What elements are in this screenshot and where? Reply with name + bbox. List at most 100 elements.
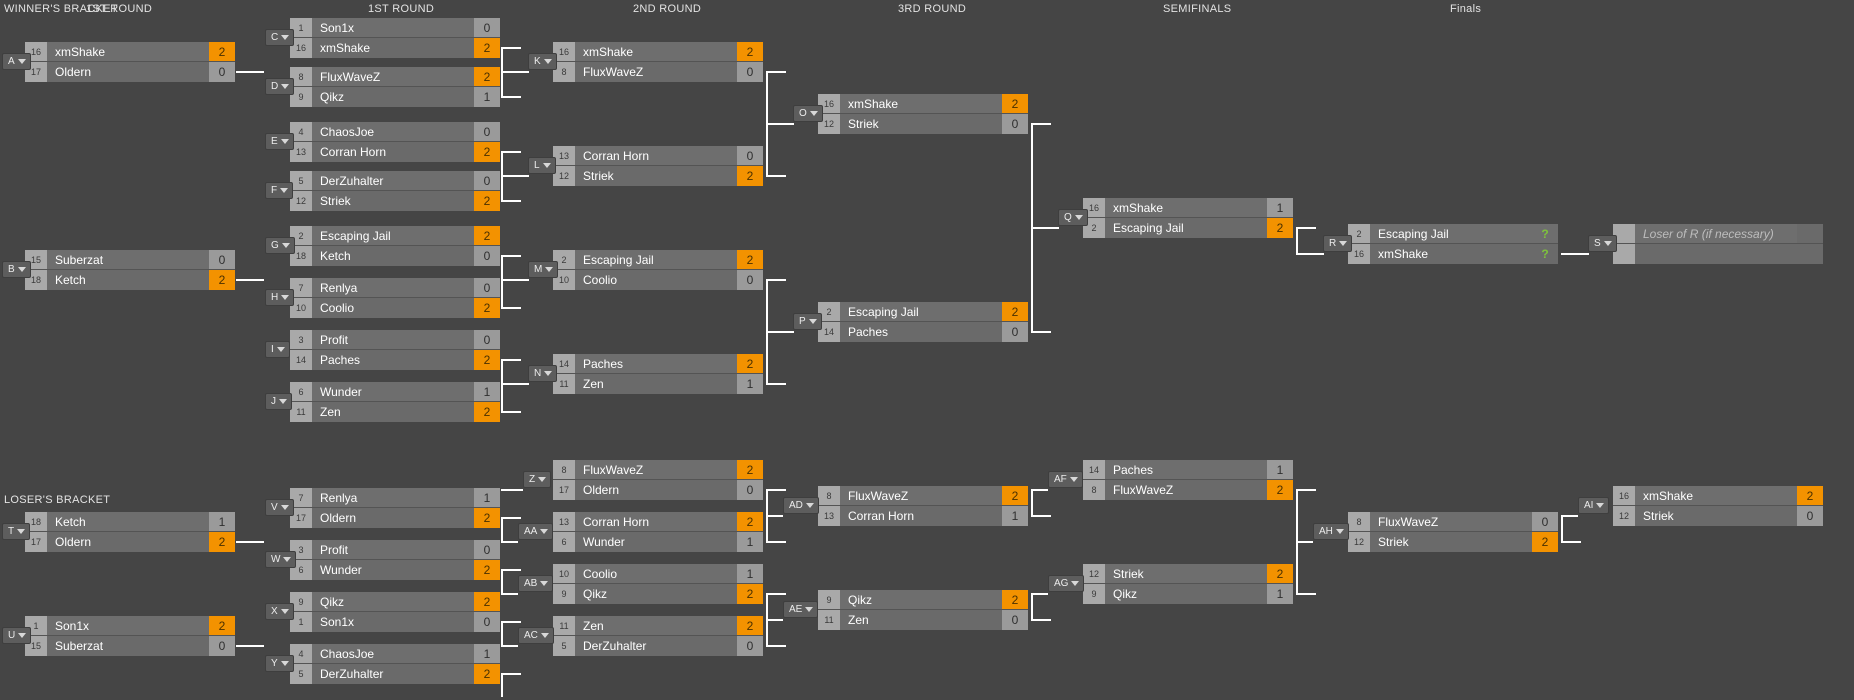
match-ag-player-2[interactable]: 9 Qikz 1: [1083, 584, 1293, 604]
match-c-player-1[interactable]: 1 Son1x 0: [290, 18, 500, 38]
match-a-player-2[interactable]: 17 Oldern 0: [25, 62, 235, 82]
match-id-dropdown-j[interactable]: J: [265, 393, 292, 410]
match-id-dropdown-ab[interactable]: AB: [518, 575, 554, 592]
match-ae-player-1[interactable]: 9 Qikz 2: [818, 590, 1028, 610]
match-z-player-1[interactable]: 8 FluxWaveZ 2: [553, 460, 763, 480]
match-id-dropdown-s[interactable]: S: [1588, 235, 1617, 252]
match-v-player-1[interactable]: 7 Renlya 1: [290, 488, 500, 508]
match-u-player-1[interactable]: 1 Son1x 2: [25, 616, 235, 636]
match-k-player-2[interactable]: 8 FluxWaveZ 0: [553, 62, 763, 82]
match-id-dropdown-ac[interactable]: AC: [518, 627, 554, 644]
match-id-dropdown-y[interactable]: Y: [265, 655, 294, 672]
match-u-player-2[interactable]: 15 Suberzat 0: [25, 636, 235, 656]
match-x[interactable]: 9 Qikz 2 1 Son1x 0: [290, 592, 500, 632]
match-id-dropdown-m[interactable]: M: [528, 261, 559, 278]
match-id-dropdown-x[interactable]: X: [265, 603, 294, 620]
match-ad[interactable]: 8 FluxWaveZ 2 13 Corran Horn 1: [818, 486, 1028, 526]
match-m[interactable]: 2 Escaping Jail 2 10 Coolio 0: [553, 250, 763, 290]
match-f-player-1[interactable]: 5 DerZuhalter 0: [290, 171, 500, 191]
match-ad-player-2[interactable]: 13 Corran Horn 1: [818, 506, 1028, 526]
match-id-dropdown-p[interactable]: P: [793, 313, 822, 330]
match-d[interactable]: 8 FluxWaveZ 2 9 Qikz 1: [290, 67, 500, 107]
match-a[interactable]: 16 xmShake 2 17 Oldern 0: [25, 42, 235, 82]
match-l[interactable]: 13 Corran Horn 0 12 Striek 2: [553, 146, 763, 186]
match-id-dropdown-ai[interactable]: AI: [1578, 497, 1610, 514]
match-aa-player-2[interactable]: 6 Wunder 1: [553, 532, 763, 552]
match-ab-player-2[interactable]: 9 Qikz 2: [553, 584, 763, 604]
match-t-player-2[interactable]: 17 Oldern 2: [25, 532, 235, 552]
match-ag[interactable]: 12 Striek 2 9 Qikz 1: [1083, 564, 1293, 604]
match-id-dropdown-aa[interactable]: AA: [518, 523, 554, 540]
match-ac[interactable]: 11 Zen 2 5 DerZuhalter 0: [553, 616, 763, 656]
match-id-dropdown-r[interactable]: R: [1323, 235, 1353, 252]
match-w-player-2[interactable]: 6 Wunder 2: [290, 560, 500, 580]
match-f[interactable]: 5 DerZuhalter 0 12 Striek 2: [290, 171, 500, 211]
match-ai[interactable]: 16 xmShake 2 12 Striek 0: [1613, 486, 1823, 526]
match-p-player-1[interactable]: 2 Escaping Jail 2: [818, 302, 1028, 322]
match-y[interactable]: 4 ChaosJoe 1 5 DerZuhalter 2: [290, 644, 500, 684]
match-o-player-2[interactable]: 12 Striek 0: [818, 114, 1028, 134]
match-b-player-1[interactable]: 15 Suberzat 0: [25, 250, 235, 270]
match-g[interactable]: 2 Escaping Jail 2 18 Ketch 0: [290, 226, 500, 266]
match-h-player-2[interactable]: 10 Coolio 2: [290, 298, 500, 318]
match-id-dropdown-z[interactable]: Z: [523, 471, 552, 488]
match-id-dropdown-u[interactable]: U: [2, 627, 32, 644]
match-id-dropdown-ah[interactable]: AH: [1313, 523, 1349, 540]
match-e-player-2[interactable]: 13 Corran Horn 2: [290, 142, 500, 162]
match-id-dropdown-w[interactable]: W: [265, 551, 297, 568]
match-q-player-2[interactable]: 2 Escaping Jail 2: [1083, 218, 1293, 238]
match-q-player-1[interactable]: 16 xmShake 1: [1083, 198, 1293, 218]
match-c-player-2[interactable]: 16 xmShake 2: [290, 38, 500, 58]
match-e[interactable]: 4 ChaosJoe 0 13 Corran Horn 2: [290, 122, 500, 162]
match-ah-player-2[interactable]: 12 Striek 2: [1348, 532, 1558, 552]
match-ab-player-1[interactable]: 10 Coolio 1: [553, 564, 763, 584]
match-af[interactable]: 14 Paches 1 8 FluxWaveZ 2: [1083, 460, 1293, 500]
match-m-player-2[interactable]: 10 Coolio 0: [553, 270, 763, 290]
match-id-dropdown-a[interactable]: A: [2, 53, 31, 70]
match-j[interactable]: 6 Wunder 1 11 Zen 2: [290, 382, 500, 422]
match-id-dropdown-o[interactable]: O: [793, 105, 823, 122]
match-i-player-2[interactable]: 14 Paches 2: [290, 350, 500, 370]
match-ae-player-2[interactable]: 11 Zen 0: [818, 610, 1028, 630]
match-v[interactable]: 7 Renlya 1 17 Oldern 2: [290, 488, 500, 528]
match-i-player-1[interactable]: 3 Profit 0: [290, 330, 500, 350]
match-t[interactable]: 18 Ketch 1 17 Oldern 2: [25, 512, 235, 552]
match-x-player-2[interactable]: 1 Son1x 0: [290, 612, 500, 632]
match-n-player-1[interactable]: 14 Paches 2: [553, 354, 763, 374]
match-r-player-1[interactable]: 2 Escaping Jail?: [1348, 224, 1558, 244]
match-ae[interactable]: 9 Qikz 2 11 Zen 0: [818, 590, 1028, 630]
match-o-player-1[interactable]: 16 xmShake 2: [818, 94, 1028, 114]
match-q[interactable]: 16 xmShake 1 2 Escaping Jail 2: [1083, 198, 1293, 238]
match-j-player-2[interactable]: 11 Zen 2: [290, 402, 500, 422]
match-ab[interactable]: 10 Coolio 1 9 Qikz 2: [553, 564, 763, 604]
match-ai-player-2[interactable]: 12 Striek 0: [1613, 506, 1823, 526]
match-ah-player-1[interactable]: 8 FluxWaveZ 0: [1348, 512, 1558, 532]
match-r[interactable]: 2 Escaping Jail? 16 xmShake?: [1348, 224, 1558, 264]
match-ai-player-1[interactable]: 16 xmShake 2: [1613, 486, 1823, 506]
match-g-player-2[interactable]: 18 Ketch 0: [290, 246, 500, 266]
match-y-player-2[interactable]: 5 DerZuhalter 2: [290, 664, 500, 684]
match-id-dropdown-i[interactable]: I: [265, 341, 290, 358]
match-id-dropdown-b[interactable]: B: [2, 261, 31, 278]
match-z-player-2[interactable]: 17 Oldern 0: [553, 480, 763, 500]
match-d-player-2[interactable]: 9 Qikz 1: [290, 87, 500, 107]
match-ah[interactable]: 8 FluxWaveZ 0 12 Striek 2: [1348, 512, 1558, 552]
match-c[interactable]: 1 Son1x 0 16 xmShake 2: [290, 18, 500, 58]
match-af-player-2[interactable]: 8 FluxWaveZ 2: [1083, 480, 1293, 500]
match-p-player-2[interactable]: 14 Paches 0: [818, 322, 1028, 342]
match-z[interactable]: 8 FluxWaveZ 2 17 Oldern 0: [553, 460, 763, 500]
match-ad-player-1[interactable]: 8 FluxWaveZ 2: [818, 486, 1028, 506]
match-s-player-2[interactable]: [1613, 244, 1823, 264]
match-h[interactable]: 7 Renlya 0 10 Coolio 2: [290, 278, 500, 318]
match-i[interactable]: 3 Profit 0 14 Paches 2: [290, 330, 500, 370]
match-id-dropdown-ad[interactable]: AD: [783, 497, 819, 514]
match-s-player-1[interactable]: Loser of R (if necessary): [1613, 224, 1823, 244]
match-aa[interactable]: 13 Corran Horn 2 6 Wunder 1: [553, 512, 763, 552]
match-ac-player-2[interactable]: 5 DerZuhalter 0: [553, 636, 763, 656]
match-k-player-1[interactable]: 16 xmShake 2: [553, 42, 763, 62]
match-p[interactable]: 2 Escaping Jail 2 14 Paches 0: [818, 302, 1028, 342]
match-w-player-1[interactable]: 3 Profit 0: [290, 540, 500, 560]
match-r-player-2[interactable]: 16 xmShake?: [1348, 244, 1558, 264]
match-id-dropdown-ag[interactable]: AG: [1048, 575, 1085, 592]
match-s[interactable]: Loser of R (if necessary): [1613, 224, 1823, 264]
